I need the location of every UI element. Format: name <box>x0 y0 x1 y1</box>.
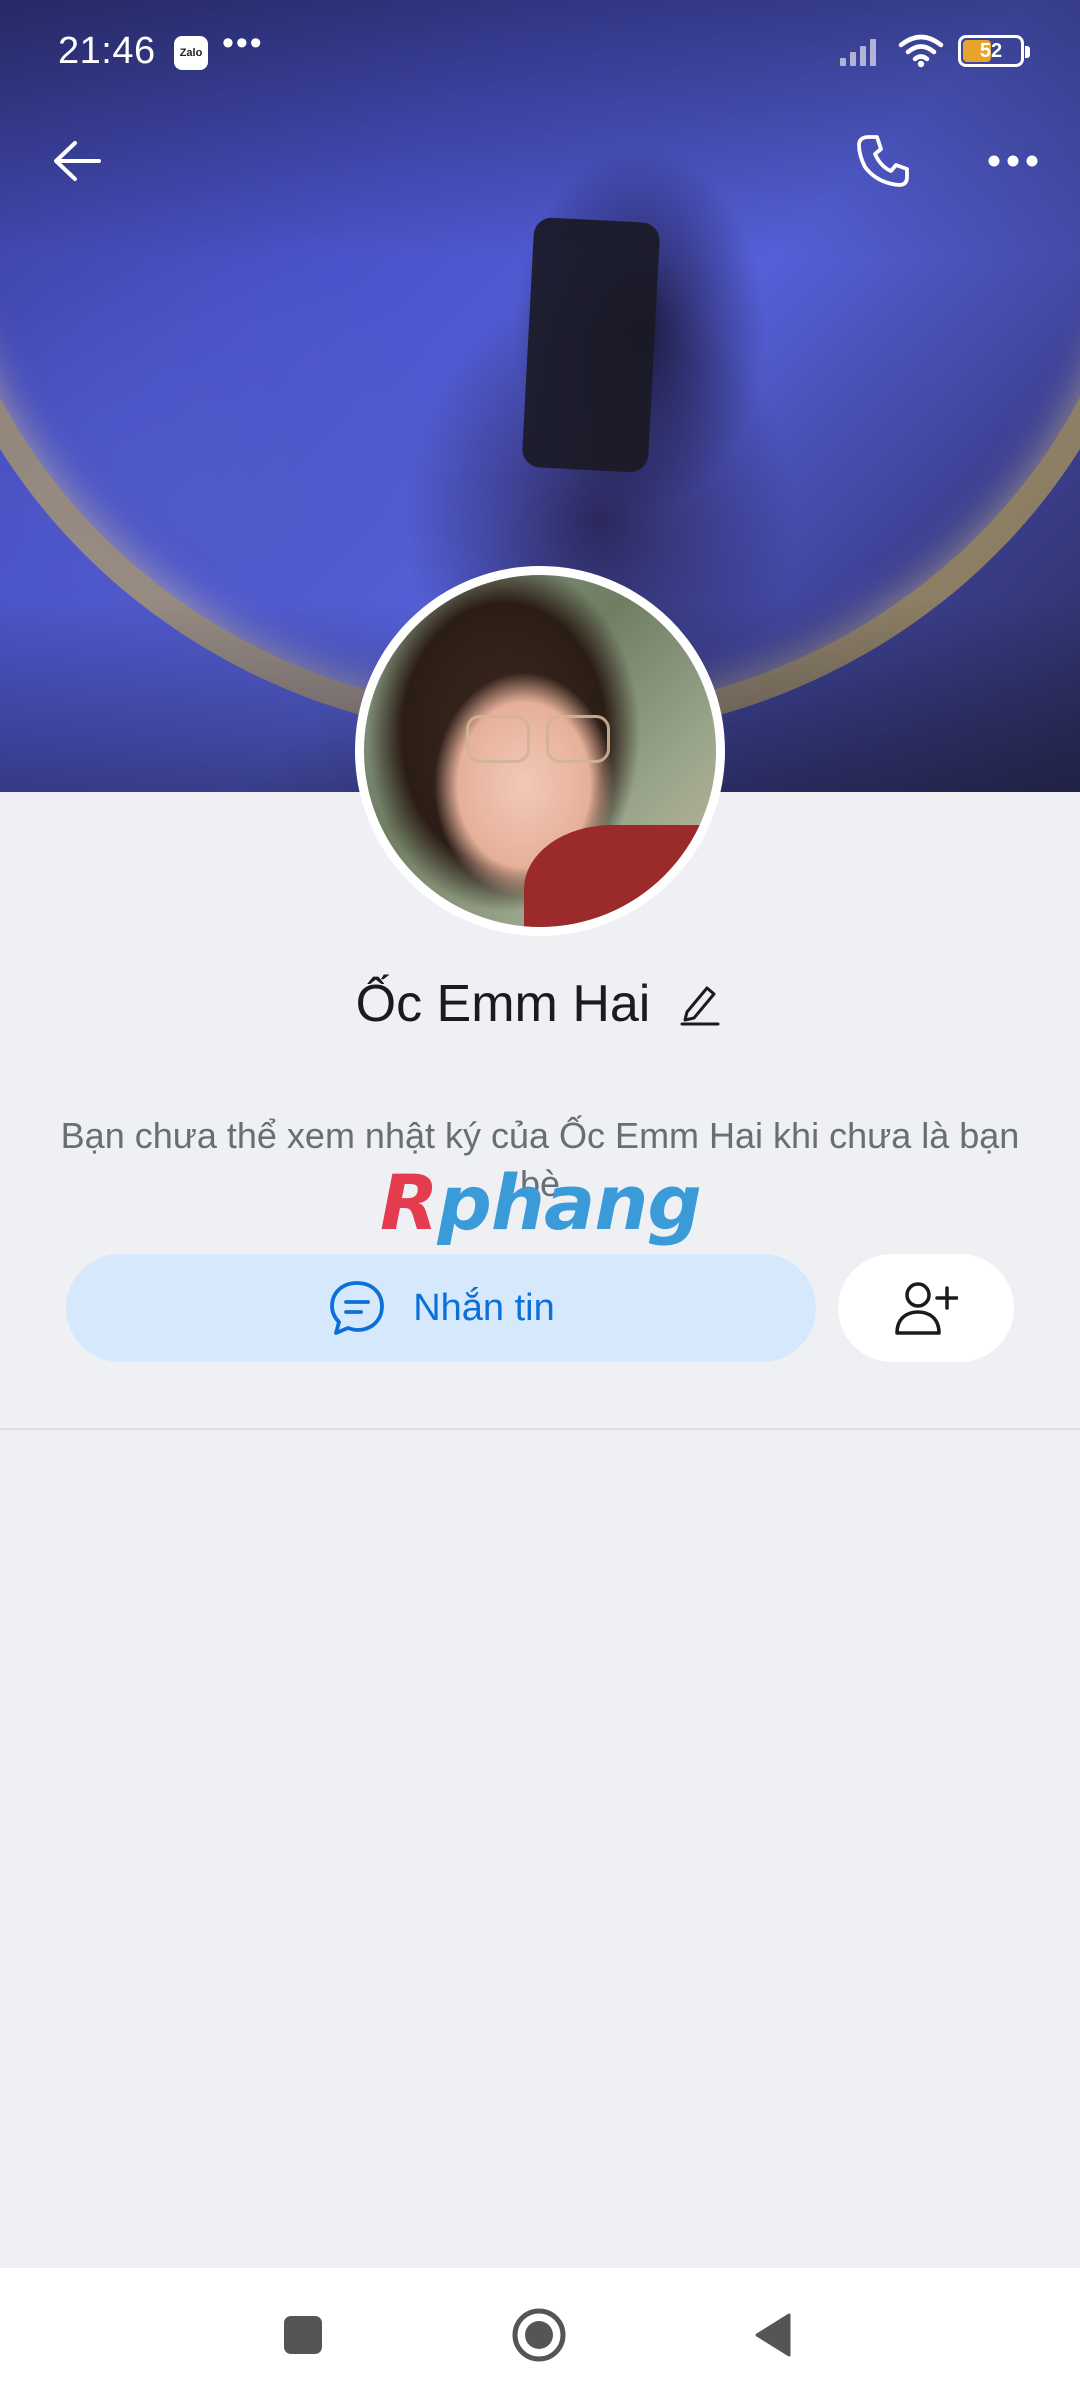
add-friend-button[interactable] <box>838 1254 1014 1362</box>
more-notifications-icon: ••• <box>222 24 264 62</box>
profile-name-row: Ốc Emm Hai <box>0 974 1080 1034</box>
back-arrow-icon <box>54 141 101 181</box>
wifi-icon <box>898 34 944 68</box>
message-button[interactable]: Nhắn tin <box>66 1254 816 1362</box>
chat-bubble-icon <box>330 1281 385 1335</box>
square-icon <box>284 2316 322 2354</box>
watermark-logo: Rphang <box>380 1158 702 1247</box>
system-back-button[interactable] <box>728 2290 818 2380</box>
more-options-button[interactable] <box>968 116 1058 206</box>
add-user-icon <box>895 1282 958 1335</box>
status-bar: 21:46 Zalo ••• 52 <box>0 0 1080 108</box>
zalo-notification-icon: Zalo <box>174 36 208 70</box>
battery-level: 52 <box>979 39 1003 62</box>
more-dots-icon <box>988 155 1038 167</box>
avatar-decor <box>546 715 610 763</box>
message-button-label: Nhắn tin <box>413 1286 555 1329</box>
back-button[interactable] <box>32 116 122 206</box>
section-divider <box>0 1428 1080 1430</box>
avatar-decor <box>524 825 716 927</box>
watermark-part-b: phang <box>437 1158 702 1247</box>
home-button[interactable] <box>494 2290 584 2380</box>
watermark-part-a: R <box>380 1158 439 1247</box>
system-nav-bar <box>0 2268 1080 2400</box>
status-time: 21:46 <box>58 30 156 72</box>
phone-icon <box>857 135 909 187</box>
battery-icon: 52 <box>958 35 1030 67</box>
recents-button[interactable] <box>258 2290 348 2380</box>
profile-avatar[interactable] <box>355 566 725 936</box>
call-button[interactable] <box>838 116 928 206</box>
profile-screen: 21:46 Zalo ••• 52 Ốc Emm Hai Bạn chưa th… <box>0 0 1080 2400</box>
pencil-icon <box>680 986 720 1026</box>
edit-nickname-button[interactable] <box>676 980 724 1028</box>
status-indicators: 52 <box>840 34 1030 68</box>
signal-icon <box>840 39 876 66</box>
avatar-decor <box>466 715 530 763</box>
triangle-back-icon <box>755 2313 791 2357</box>
profile-name: Ốc Emm Hai <box>355 975 651 1033</box>
circle-icon <box>512 2308 566 2362</box>
